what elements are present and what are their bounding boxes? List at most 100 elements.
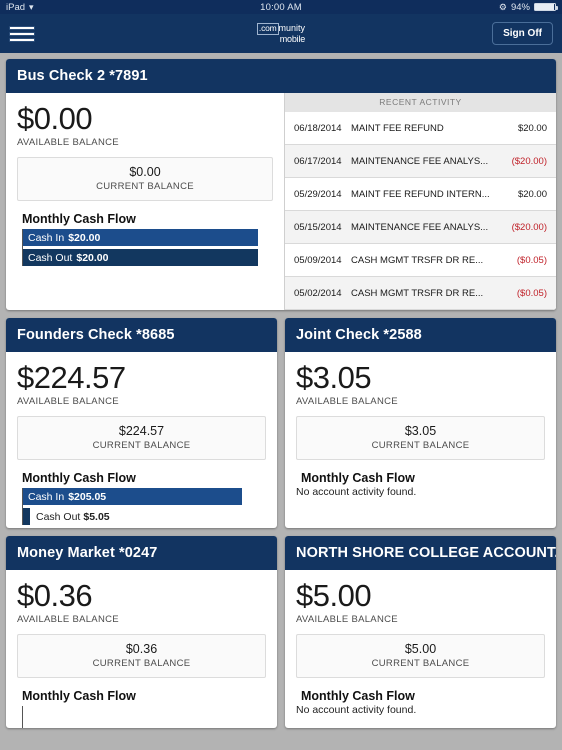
cash-out-amount: $5.05 — [83, 510, 110, 523]
transaction-date: 05/09/2014 — [294, 254, 342, 266]
cash-in-bar-row: Cash In $205.05 — [22, 488, 266, 505]
account-card-bus-check-2[interactable]: Bus Check 2 *7891 $0.00 AVAILABLE BALANC… — [6, 59, 556, 310]
table-row[interactable]: 06/17/2014 MAINTENANCE FEE ANALYS... ($2… — [285, 145, 556, 178]
transaction-amount: ($0.05) — [516, 254, 547, 266]
logo-com-text: .com — [256, 23, 279, 35]
monthly-cash-flow-title: Monthly Cash Flow — [22, 689, 136, 703]
recent-activity-header: RECENT ACTIVITY — [285, 93, 556, 112]
transaction-description: MAINTENANCE FEE ANALYS... — [351, 155, 489, 167]
current-balance-label: CURRENT BALANCE — [92, 440, 191, 451]
transaction-date: 05/15/2014 — [294, 221, 342, 233]
battery-percent-label: 94% — [510, 1, 530, 13]
transaction-description: CASH MGMT TRSFR DR RE... — [351, 254, 484, 266]
current-balance-label: CURRENT BALANCE — [96, 181, 194, 192]
account-card-money-market[interactable]: Money Market *0247 $0.36 AVAILABLE BALAN… — [6, 536, 277, 728]
current-balance-amount: $3.05 — [404, 424, 437, 438]
table-row[interactable]: 05/29/2014 MAINT FEE REFUND INTERN... $2… — [285, 178, 556, 211]
transaction-date: 06/17/2014 — [294, 155, 342, 167]
sign-off-button[interactable]: Sign Off — [492, 22, 553, 45]
current-balance-amount: $0.00 — [129, 165, 161, 179]
bluetooth-icon: ⚙ — [498, 1, 507, 12]
cash-flow-bar-chart — [17, 706, 266, 728]
logo-munity-text: munity — [278, 23, 306, 33]
logo-mobile-text: mobile — [279, 33, 306, 44]
cash-out-external-label: Cash Out $5.05 — [36, 511, 110, 523]
account-summary: $5.00 AVAILABLE BALANCE $5.00 CURRENT BA… — [285, 570, 556, 728]
account-card-title: Money Market *0247 — [6, 536, 277, 570]
account-card-title: Founders Check *8685 — [6, 318, 277, 352]
account-card-north-shore-college[interactable]: NORTH SHORE COLLEGE ACCOUNT... $5.00 AVA… — [285, 536, 556, 728]
transaction-description: CASH MGMT TRSFR DR RE... — [351, 287, 484, 299]
chart-axis — [22, 229, 23, 266]
app-navigation-bar: .com munity mobile Sign Off — [0, 14, 562, 53]
cash-flow-bar-chart: Cash In $205.05 Cash Out $5.05 — [17, 488, 266, 525]
table-row[interactable]: 05/02/2014 CASH MGMT TRSFR DR RE... ($0.… — [285, 277, 556, 310]
status-bar-right: ⚙ 94% — [498, 1, 558, 13]
cash-in-label: Cash In — [28, 490, 65, 503]
transaction-date: 06/18/2014 — [294, 122, 342, 134]
transaction-date: 05/02/2014 — [294, 287, 342, 299]
transaction-date: 05/29/2014 — [294, 188, 342, 200]
table-row[interactable]: 05/09/2014 CASH MGMT TRSFR DR RE... ($0.… — [285, 244, 556, 277]
transaction-description: MAINT FEE REFUND — [351, 122, 444, 134]
available-balance-amount: $224.57 — [17, 360, 126, 395]
cash-in-label: Cash In — [28, 231, 65, 244]
account-card-founders-check[interactable]: Founders Check *8685 $224.57 AVAILABLE B… — [6, 318, 277, 528]
current-balance-amount: $224.57 — [118, 424, 165, 438]
table-row[interactable]: 06/18/2014 MAINT FEE REFUND $20.00 — [285, 112, 556, 145]
available-balance-amount: $3.05 — [296, 360, 372, 395]
monthly-cash-flow-title: Monthly Cash Flow — [22, 212, 136, 226]
cash-in-bar: Cash In $20.00 — [22, 229, 258, 246]
accounts-row-3: Money Market *0247 $0.36 AVAILABLE BALAN… — [6, 536, 556, 728]
ios-status-bar: iPad ▾ 10:00 AM ⚙ 94% — [0, 0, 562, 14]
cash-in-amount: $20.00 — [68, 231, 101, 244]
transaction-amount: ($20.00) — [511, 155, 547, 167]
transaction-amount: $20.00 — [517, 188, 547, 200]
accounts-board: Bus Check 2 *7891 $0.00 AVAILABLE BALANC… — [0, 53, 562, 728]
available-balance-amount: $5.00 — [296, 578, 372, 613]
current-balance-amount: $5.00 — [404, 642, 437, 656]
available-balance-label: AVAILABLE BALANCE — [17, 614, 119, 625]
cash-out-bar: Cash Out $20.00 — [22, 249, 258, 266]
chart-axis — [22, 488, 23, 525]
available-balance-label: AVAILABLE BALANCE — [296, 614, 398, 625]
monthly-cash-flow-title: Monthly Cash Flow — [301, 689, 415, 703]
accounts-row-2: Founders Check *8685 $224.57 AVAILABLE B… — [6, 318, 556, 528]
account-summary: $0.00 AVAILABLE BALANCE $0.00 CURRENT BA… — [6, 93, 284, 310]
cash-flow-bar-chart: Cash In $20.00 Cash Out $20.00 — [17, 229, 273, 266]
available-balance-label: AVAILABLE BALANCE — [17, 396, 119, 407]
hamburger-menu-icon[interactable] — [9, 24, 35, 44]
account-card-title: Joint Check *2588 — [285, 318, 556, 352]
table-row[interactable]: 05/15/2014 MAINTENANCE FEE ANALYS... ($2… — [285, 211, 556, 244]
current-balance-box: $0.36 CURRENT BALANCE — [17, 634, 266, 678]
transaction-description: MAINT FEE REFUND INTERN... — [351, 188, 490, 200]
cash-in-amount: $205.05 — [68, 490, 107, 503]
account-summary: $224.57 AVAILABLE BALANCE $224.57 CURREN… — [6, 352, 277, 528]
monthly-cash-flow-section: Monthly Cash Flow Cash In $20.00 Cash Out — [17, 212, 273, 266]
transaction-amount: ($0.05) — [516, 287, 547, 299]
battery-icon — [534, 3, 558, 11]
cash-out-amount: $20.00 — [76, 251, 109, 264]
account-card-title: NORTH SHORE COLLEGE ACCOUNT... — [285, 536, 556, 570]
transaction-amount: ($20.00) — [511, 221, 547, 233]
current-balance-amount: $0.36 — [125, 642, 158, 656]
account-card-title: Bus Check 2 *7891 — [6, 59, 556, 93]
cash-out-bar — [22, 508, 30, 525]
monthly-cash-flow-title: Monthly Cash Flow — [301, 471, 415, 485]
cash-in-bar-row: Cash In $20.00 — [22, 229, 273, 246]
status-bar-time: 10:00 AM — [260, 1, 302, 13]
account-summary: $0.36 AVAILABLE BALANCE $0.36 CURRENT BA… — [6, 570, 277, 728]
monthly-cash-flow-section: Monthly Cash Flow Cash In $205.05 Cash Ou… — [17, 471, 266, 525]
cash-out-bar-row: Cash Out $20.00 — [22, 249, 273, 266]
monthly-cash-flow-section: Monthly Cash Flow — [17, 689, 266, 728]
available-balance-label: AVAILABLE BALANCE — [296, 396, 398, 407]
cash-out-label: Cash Out — [36, 510, 81, 523]
cash-out-label: Cash Out — [28, 251, 73, 264]
no-activity-message: No account activity found. — [296, 486, 417, 498]
current-balance-box: $5.00 CURRENT BALANCE — [296, 634, 545, 678]
recent-activity-panel[interactable]: RECENT ACTIVITY 06/18/2014 MAINT FEE REF… — [284, 93, 556, 310]
available-balance-amount: $0.00 — [17, 101, 93, 136]
monthly-cash-flow-title: Monthly Cash Flow — [22, 471, 136, 485]
transaction-description: MAINTENANCE FEE ANALYS... — [351, 221, 489, 233]
account-card-joint-check[interactable]: Joint Check *2588 $3.05 AVAILABLE BALANC… — [285, 318, 556, 528]
